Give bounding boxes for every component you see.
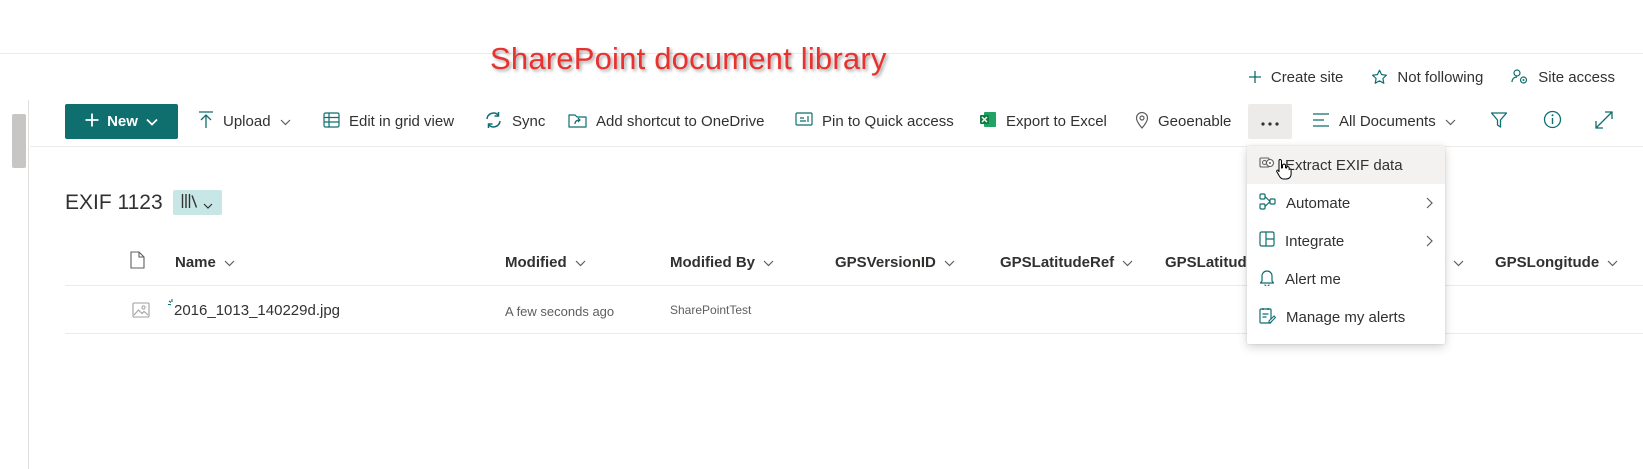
export-excel-label: Export to Excel <box>1006 113 1107 130</box>
location-pin-icon <box>1135 111 1149 133</box>
plus-icon <box>85 113 99 131</box>
sync-button[interactable]: Sync <box>484 104 545 139</box>
info-icon <box>1543 110 1562 133</box>
sync-label: Sync <box>512 113 546 130</box>
menu-item-integrate[interactable]: Integrate <box>1247 222 1445 260</box>
chevron-down-icon <box>280 113 291 130</box>
integrate-icon <box>1259 231 1275 251</box>
hand-cursor-icon <box>1276 158 1292 185</box>
chevron-down-icon <box>146 113 158 130</box>
chevron-down-icon <box>224 254 235 271</box>
chevron-down-icon <box>944 254 955 271</box>
chevron-right-icon <box>1426 234 1433 251</box>
view-selector[interactable]: All Documents <box>1312 104 1456 139</box>
site-access-button[interactable]: Site access <box>1511 69 1615 86</box>
column-label: GPSVersionID <box>835 253 936 271</box>
new-label: New <box>107 113 138 130</box>
add-shortcut-button[interactable]: Add shortcut to OneDrive <box>568 104 764 139</box>
filter-icon <box>1490 111 1508 133</box>
menu-item-automate[interactable]: Automate <box>1247 184 1445 222</box>
column-header-gps-latitude[interactable]: GPSLatitude <box>1165 250 1255 274</box>
column-header-modified-by[interactable]: Modified By <box>670 250 774 274</box>
geoenable-label: Geoenable <box>1158 113 1232 130</box>
shortcut-icon <box>568 112 587 132</box>
modified-value: A few seconds ago <box>505 304 615 319</box>
ellipsis-icon <box>1261 113 1279 131</box>
column-label: GPSLatitudeRef <box>1000 253 1115 271</box>
menu-item-label: Alert me <box>1285 270 1341 288</box>
sync-icon <box>484 111 503 133</box>
pin-quick-access-button[interactable]: Pin to Quick access <box>795 104 954 139</box>
chevron-down-icon <box>575 254 586 271</box>
extract-exif-icon <box>1259 155 1275 175</box>
expand-button[interactable] <box>1595 104 1613 139</box>
upload-icon <box>198 110 214 133</box>
menu-item-manage-alerts[interactable]: Manage my alerts <box>1247 298 1445 336</box>
geoenable-button[interactable]: Geoenable <box>1135 104 1231 139</box>
column-header-modified[interactable]: Modified <box>505 250 586 274</box>
file-type-column-header[interactable] <box>130 250 145 274</box>
chevron-down-icon <box>1122 254 1133 271</box>
filter-button[interactable] <box>1490 104 1508 139</box>
chevron-down-icon <box>1607 254 1618 271</box>
manage-alerts-icon <box>1259 307 1277 328</box>
view-selector-label: All Documents <box>1339 113 1436 130</box>
menu-item-label: Integrate <box>1285 232 1345 250</box>
chevron-down-icon <box>203 191 213 215</box>
column-label: Modified <box>505 253 567 271</box>
bell-icon <box>1259 269 1275 290</box>
edit-grid-label: Edit in grid view <box>349 113 455 130</box>
automate-icon <box>1259 192 1276 214</box>
command-bar: New Upload Edit in grid view Sync Add sh… <box>0 104 1643 144</box>
add-shortcut-label: Add shortcut to OneDrive <box>596 113 765 130</box>
pin-icon <box>795 111 813 132</box>
chevron-down-icon <box>763 254 774 271</box>
library-view-switcher[interactable] <box>172 190 222 215</box>
create-site-button[interactable]: Create site <box>1248 68 1344 86</box>
column-label: Modified By <box>670 253 755 271</box>
menu-item-label: Automate <box>1286 194 1351 212</box>
column-header-name[interactable]: Name <box>175 250 235 274</box>
people-settings-icon <box>1511 69 1529 85</box>
file-name-link[interactable]: 2016_1013_140229d.jpg <box>174 302 340 319</box>
more-options-button[interactable] <box>1248 104 1292 139</box>
column-label: Name <box>175 253 216 271</box>
chevron-down-icon <box>1453 254 1464 271</box>
column-label: GPSLongitude <box>1495 253 1600 271</box>
edit-grid-button[interactable]: Edit in grid view <box>323 104 454 139</box>
new-button[interactable]: New <box>65 104 178 139</box>
library-header: EXIF 1123 <box>65 190 222 215</box>
grid-icon <box>323 111 340 132</box>
list-view-icon <box>1312 112 1330 131</box>
menu-item-alert-me[interactable]: Alert me <box>1247 260 1445 298</box>
menu-item-label: Extract EXIF data <box>1285 156 1403 174</box>
modified-by-value[interactable]: SharePointTest <box>670 303 751 317</box>
chevron-down-icon <box>1445 113 1456 130</box>
library-icon <box>181 191 199 215</box>
site-access-label: Site access <box>1538 68 1615 86</box>
expand-icon <box>1595 110 1613 133</box>
plus-icon <box>1248 70 1262 84</box>
details-pane-button[interactable] <box>1543 104 1562 139</box>
library-title: EXIF 1123 <box>65 190 163 214</box>
annotation-label: SharePoint document library <box>490 41 887 76</box>
pin-quick-access-label: Pin to Quick access <box>822 113 954 130</box>
upload-label: Upload <box>223 113 271 130</box>
chevron-right-icon <box>1426 196 1433 213</box>
image-file-icon <box>132 301 150 324</box>
column-header-gps-latitude-ref[interactable]: GPSLatitudeRef <box>1000 250 1133 274</box>
column-header-gps-version[interactable]: GPSVersionID <box>835 250 955 274</box>
site-actions: Create site Not following Site access <box>1248 64 1643 90</box>
menu-item-label: Manage my alerts <box>1286 308 1406 326</box>
export-excel-button[interactable]: Export to Excel <box>979 104 1107 139</box>
column-label: GPSLatitude <box>1165 253 1256 271</box>
excel-icon <box>979 111 997 132</box>
upload-button[interactable]: Upload <box>198 104 291 139</box>
star-icon <box>1371 69 1388 85</box>
column-header-gps-longitude[interactable]: GPSLongitude <box>1495 250 1618 274</box>
document-icon <box>130 251 145 273</box>
follow-label: Not following <box>1397 68 1484 86</box>
create-site-label: Create site <box>1270 68 1344 86</box>
follow-button[interactable]: Not following <box>1371 69 1483 86</box>
